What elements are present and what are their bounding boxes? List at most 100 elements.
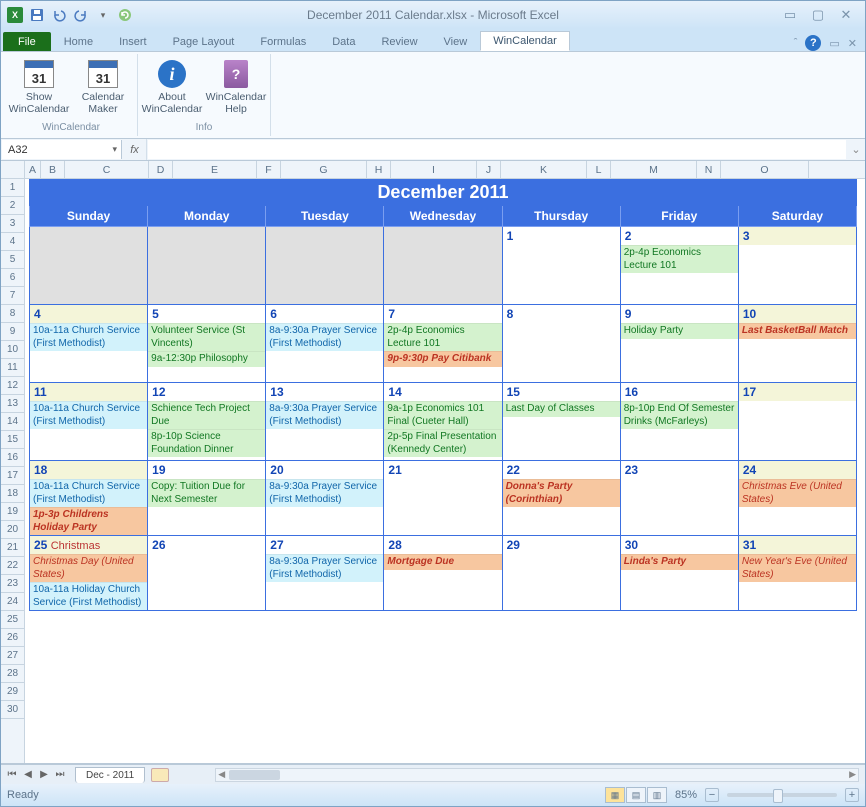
calendar-event[interactable]: Linda's Party xyxy=(621,554,738,570)
minimize-icon[interactable]: ▭ xyxy=(781,8,799,22)
zoom-out-icon[interactable]: − xyxy=(705,788,719,802)
row-header[interactable]: 14 xyxy=(1,413,24,431)
calendar-event[interactable]: Last BasketBall Match xyxy=(739,323,856,339)
row-header[interactable]: 27 xyxy=(1,647,24,665)
calendar-cell[interactable]: 28Mortgage Due xyxy=(384,536,502,611)
calendar-event[interactable]: Christmas Eve (United States) xyxy=(739,479,856,507)
calendar-cell[interactable]: 410a-11a Church Service (First Methodist… xyxy=(30,305,148,383)
refresh-icon[interactable] xyxy=(115,5,135,25)
new-sheet-icon[interactable] xyxy=(151,768,169,782)
tab-formulas[interactable]: Formulas xyxy=(247,32,319,51)
calendar-event[interactable]: 8a-9:30a Prayer Service (First Methodist… xyxy=(266,323,383,351)
row-header[interactable]: 7 xyxy=(1,287,24,305)
sheet-first-icon[interactable]: ⏮ xyxy=(5,769,19,780)
row-header[interactable]: 10 xyxy=(1,341,24,359)
calendar-cell[interactable]: 19Copy: Tuition Due for Next Semester xyxy=(148,461,266,536)
column-header[interactable]: J xyxy=(477,161,501,178)
row-header[interactable]: 24 xyxy=(1,593,24,611)
calendar-event[interactable]: Donna's Party (Corinthian) xyxy=(503,479,620,507)
sheet-prev-icon[interactable]: ◀ xyxy=(21,769,35,780)
calendar-cell[interactable]: 1 xyxy=(502,227,620,305)
about-wincalendar-button[interactable]: i About WinCalendar xyxy=(144,56,200,117)
row-header[interactable]: 9 xyxy=(1,323,24,341)
calendar-cell[interactable]: 10Last BasketBall Match xyxy=(738,305,856,383)
tab-file[interactable]: File xyxy=(3,32,51,51)
calendar-cell[interactable]: 15Last Day of Classes xyxy=(502,383,620,461)
calendar-event[interactable]: 1p-3p Childrens Holiday Party xyxy=(30,507,147,535)
row-header[interactable]: 5 xyxy=(1,251,24,269)
sheet-last-icon[interactable]: ⏭ xyxy=(53,769,67,780)
row-header[interactable]: 23 xyxy=(1,575,24,593)
row-header[interactable]: 13 xyxy=(1,395,24,413)
row-header[interactable]: 2 xyxy=(1,197,24,215)
tab-review[interactable]: Review xyxy=(368,32,430,51)
view-page-layout-icon[interactable]: ▤ xyxy=(626,787,646,803)
calendar-cell[interactable]: 24Christmas Eve (United States) xyxy=(738,461,856,536)
calendar-cell[interactable]: 72p-4p Economics Lecture 1019p-9:30p Pay… xyxy=(384,305,502,383)
close-icon[interactable]: ✕ xyxy=(837,8,855,22)
row-header[interactable]: 25 xyxy=(1,611,24,629)
calendar-event[interactable]: Volunteer Service (St Vincents) xyxy=(148,323,265,351)
row-header[interactable]: 11 xyxy=(1,359,24,377)
calendar-event[interactable]: 2p-4p Economics Lecture 101 xyxy=(384,323,501,351)
row-header[interactable]: 3 xyxy=(1,215,24,233)
qat-customize-icon[interactable]: ▾ xyxy=(93,5,113,25)
zoom-slider[interactable] xyxy=(727,793,837,797)
calendar-event[interactable]: 8a-9:30a Prayer Service (First Methodist… xyxy=(266,479,383,507)
calendar-cell[interactable]: 22p-4p Economics Lecture 101 xyxy=(620,227,738,305)
calendar-event[interactable]: 2p-5p Final Presentation (Kennedy Center… xyxy=(384,429,501,457)
calendar-event[interactable]: Mortgage Due xyxy=(384,554,501,570)
calendar-cell[interactable]: 23 xyxy=(620,461,738,536)
calendar-event[interactable]: 8a-9:30a Prayer Service (First Methodist… xyxy=(266,401,383,429)
redo-icon[interactable] xyxy=(71,5,91,25)
select-all-corner[interactable] xyxy=(1,161,25,178)
column-header[interactable]: N xyxy=(697,161,721,178)
calendar-cell[interactable]: 149a-1p Economics 101 Final (Cueter Hall… xyxy=(384,383,502,461)
row-header[interactable]: 26 xyxy=(1,629,24,647)
excel-icon[interactable]: X xyxy=(5,5,25,25)
tab-home[interactable]: Home xyxy=(51,32,106,51)
column-header[interactable]: H xyxy=(367,161,391,178)
calendar-event[interactable]: 9a-12:30p Philosophy xyxy=(148,351,265,367)
calendar-event[interactable]: 10a-11a Church Service (First Methodist) xyxy=(30,479,147,507)
formula-expand-icon[interactable]: ⌄ xyxy=(847,139,865,160)
calendar-cell[interactable]: 31New Year's Eve (United States) xyxy=(738,536,856,611)
row-header[interactable]: 17 xyxy=(1,467,24,485)
column-header[interactable]: K xyxy=(501,161,587,178)
calendar-cell[interactable]: 29 xyxy=(502,536,620,611)
row-header[interactable]: 15 xyxy=(1,431,24,449)
sheet-tab[interactable]: Dec - 2011 xyxy=(75,767,145,783)
column-header[interactable]: L xyxy=(587,161,611,178)
calendar-cell[interactable]: 22Donna's Party (Corinthian) xyxy=(502,461,620,536)
window-close-doc-icon[interactable]: ✕ xyxy=(848,37,857,50)
help-icon[interactable]: ? xyxy=(805,35,821,51)
column-header[interactable]: D xyxy=(149,161,173,178)
calendar-cell[interactable]: 1110a-11a Church Service (First Methodis… xyxy=(30,383,148,461)
tab-page-layout[interactable]: Page Layout xyxy=(160,32,248,51)
calendar-cell[interactable]: 68a-9:30a Prayer Service (First Methodis… xyxy=(266,305,384,383)
calendar-cell[interactable]: 278a-9:30a Prayer Service (First Methodi… xyxy=(266,536,384,611)
row-header[interactable]: 22 xyxy=(1,557,24,575)
tab-wincalendar[interactable]: WinCalendar xyxy=(480,31,570,51)
calendar-event[interactable]: 10a-11a Church Service (First Methodist) xyxy=(30,401,147,429)
calendar-event[interactable]: 8p-10p End Of Semester Drinks (McFarleys… xyxy=(621,401,738,429)
ribbon-minimize-icon[interactable]: ˆ xyxy=(794,37,798,49)
maximize-icon[interactable]: ▢ xyxy=(809,8,827,22)
undo-icon[interactable] xyxy=(49,5,69,25)
calendar-cell[interactable]: 208a-9:30a Prayer Service (First Methodi… xyxy=(266,461,384,536)
calendar-cell[interactable]: 26 xyxy=(148,536,266,611)
calendar-event[interactable]: 10a-11a Holiday Church Service (First Me… xyxy=(30,582,147,610)
zoom-in-icon[interactable]: + xyxy=(845,788,859,802)
cells-area[interactable]: December 2011SundayMondayTuesdayWednesda… xyxy=(25,179,865,763)
calendar-event[interactable]: Schience Tech Project Due xyxy=(148,401,265,429)
formula-input[interactable] xyxy=(148,140,846,159)
row-header[interactable]: 12 xyxy=(1,377,24,395)
calendar-cell[interactable]: 8 xyxy=(502,305,620,383)
row-header[interactable]: 21 xyxy=(1,539,24,557)
name-box[interactable]: A32 xyxy=(2,140,122,159)
column-header[interactable]: C xyxy=(65,161,149,178)
calendar-event[interactable]: New Year's Eve (United States) xyxy=(739,554,856,582)
column-header[interactable]: G xyxy=(281,161,367,178)
row-header[interactable]: 29 xyxy=(1,683,24,701)
column-header[interactable]: F xyxy=(257,161,281,178)
